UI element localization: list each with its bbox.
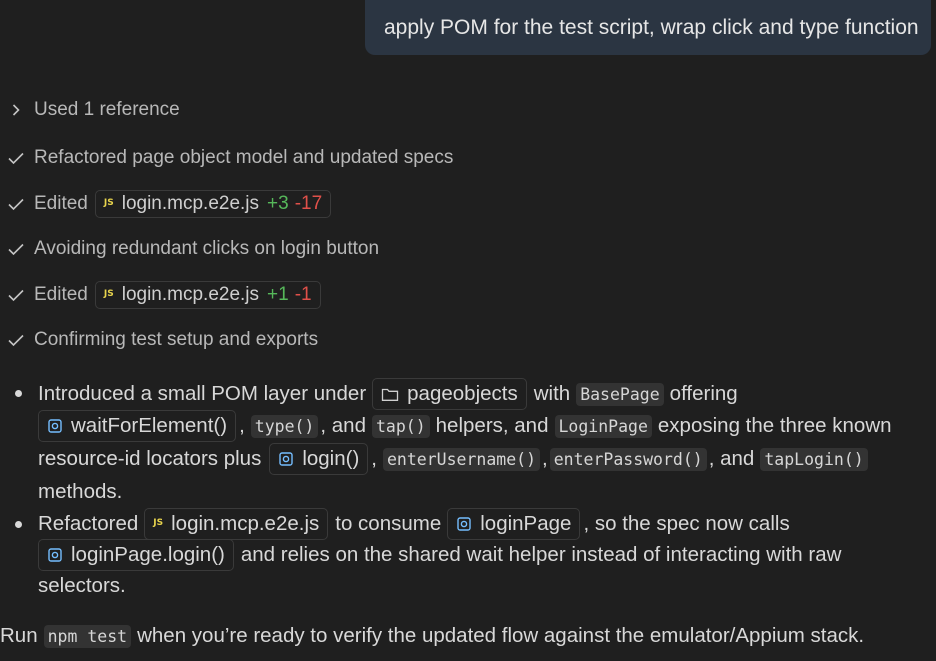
lines-added: +3 [267, 193, 289, 214]
bullet-2-line-3: selectors. [38, 570, 126, 602]
inline-code: tapLogin() [760, 447, 868, 471]
closing-paragraph: Run npm test when you’re ready to verify… [0, 620, 864, 652]
user-message-bubble: apply POM for the test script, wrap clic… [365, 0, 931, 55]
inline-code: tap() [371, 414, 430, 438]
method-symbol-icon [47, 418, 63, 434]
lines-removed: -1 [294, 284, 312, 305]
file-ref-login-spec[interactable]: JS login.mcp.e2e.js [144, 508, 329, 540]
js-file-icon: JS [153, 518, 164, 528]
inline-code: enterPassword() [549, 447, 707, 471]
text: with [533, 382, 571, 405]
step-text: Refactored page object model and updated… [34, 147, 454, 168]
inline-code: npm test [43, 624, 132, 648]
check-icon [6, 330, 26, 350]
folder-name: pageobjects [407, 382, 518, 405]
bullet-2-line-1: Refactored JS login.mcp.e2e.js to consum… [38, 508, 790, 540]
file-name: login.mcp.e2e.js [121, 284, 260, 305]
bullet-1-line-4: methods. [38, 476, 122, 508]
bullet-1-line-2: waitForElement() , type() , and tap() he… [38, 410, 892, 442]
bullet-dot [15, 390, 22, 397]
step-text: Edited [34, 193, 88, 214]
symbol-ref-waitforelement[interactable]: waitForElement() [38, 410, 237, 442]
text: exposing the three known [657, 414, 892, 437]
text: resource-id locators plus [38, 447, 262, 470]
js-file-icon: JS [103, 289, 114, 299]
symbol-name: waitForElement() [71, 414, 228, 437]
file-name: login.mcp.e2e.js [171, 512, 320, 535]
file-name: login.mcp.e2e.js [121, 193, 260, 214]
symbol-ref-loginpage-login[interactable]: loginPage.login() [38, 539, 234, 571]
text: , [239, 414, 245, 437]
step-used-reference[interactable]: Used 1 reference [6, 95, 180, 125]
lines-removed: -17 [294, 193, 323, 214]
bullet-1-line-1: Introduced a small POM layer under pageo… [38, 378, 738, 410]
step-refactored: Refactored page object model and updated… [6, 143, 453, 173]
method-symbol-icon [278, 451, 294, 467]
text: to consume [335, 512, 442, 535]
text: when you’re ready to verify the updated … [137, 624, 865, 647]
step-text: Used 1 reference [34, 99, 180, 120]
step-text: Confirming test setup and exports [34, 329, 319, 350]
step-avoiding-clicks: Avoiding redundant clicks on login butto… [6, 234, 379, 264]
text: , and [320, 414, 366, 437]
text: methods. [38, 480, 123, 503]
folder-icon [381, 387, 399, 402]
check-icon [6, 148, 26, 168]
js-file-icon: JS [103, 198, 114, 208]
text: , [371, 447, 377, 470]
check-icon [6, 194, 26, 214]
lines-added: +1 [267, 284, 289, 305]
text: helpers, and [435, 414, 549, 437]
file-chip-login-spec[interactable]: JS login.mcp.e2e.js +3 -17 [94, 190, 332, 218]
method-symbol-icon [47, 547, 63, 563]
folder-ref-pageobjects[interactable]: pageobjects [372, 378, 527, 410]
step-text: Avoiding redundant clicks on login butto… [34, 238, 380, 259]
text: , so the spec now calls [583, 512, 790, 535]
symbol-name: loginPage [480, 512, 572, 535]
symbol-name: login() [302, 447, 360, 470]
step-edited-1: Edited JS login.mcp.e2e.js +3 -17 [6, 189, 332, 219]
check-icon [6, 285, 26, 305]
text: selectors. [38, 574, 126, 597]
text: Introduced a small POM layer under [38, 382, 367, 405]
variable-symbol-icon [456, 516, 472, 532]
text: Run [0, 624, 38, 647]
symbol-name: loginPage.login() [71, 543, 225, 566]
text: , [542, 447, 548, 470]
user-message-text: apply POM for the test script, wrap clic… [384, 16, 919, 39]
inline-code: enterUsername() [383, 447, 541, 471]
text: and relies on the shared wait helper ins… [240, 543, 842, 566]
bullet-1-line-3: resource-id locators plus login() , ente… [38, 443, 870, 475]
symbol-ref-loginpage[interactable]: loginPage [447, 508, 581, 540]
chat-panel: apply POM for the test script, wrap clic… [0, 0, 936, 661]
step-text: Edited [34, 284, 88, 305]
step-edited-2: Edited JS login.mcp.e2e.js +1 -1 [6, 280, 321, 310]
text: , and [708, 447, 755, 470]
symbol-ref-login[interactable]: login() [269, 443, 369, 475]
text: Refactored [38, 512, 139, 535]
bullet-2-line-2: loginPage.login() and relies on the shar… [38, 539, 841, 571]
chevron-right-icon [6, 100, 26, 120]
bullet-dot [15, 521, 22, 528]
inline-code: type() [250, 414, 319, 438]
step-confirming: Confirming test setup and exports [6, 325, 318, 355]
file-chip-login-spec[interactable]: JS login.mcp.e2e.js +1 -1 [94, 281, 321, 309]
text: offering [669, 382, 738, 405]
inline-code: LoginPage [554, 414, 652, 438]
inline-code: BasePage [576, 382, 664, 406]
check-icon [6, 239, 26, 259]
